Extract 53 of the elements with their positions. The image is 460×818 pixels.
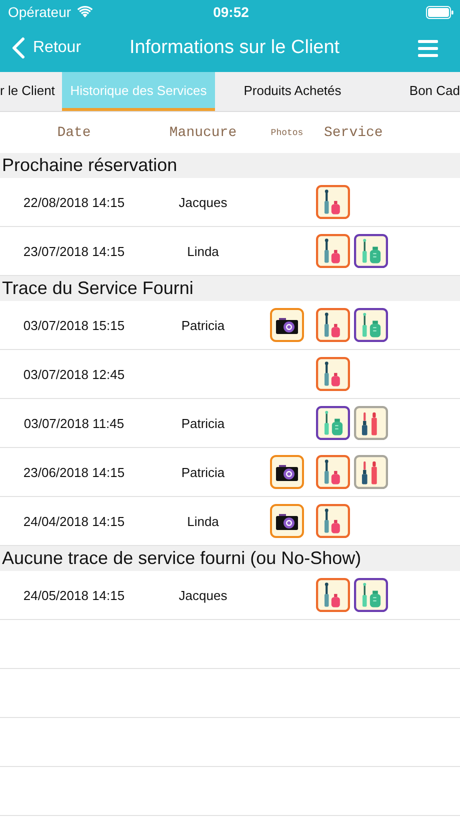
table-row[interactable]: 03/07/2018 12:45 <box>0 350 460 399</box>
nail-polish-icon <box>354 578 388 612</box>
column-header: Date <box>57 124 91 140</box>
manicurist-name: Jacques <box>178 588 228 602</box>
section-title: Prochaine réservation <box>2 155 178 176</box>
date-text: 24/05/2018 14:15 <box>23 588 125 602</box>
nail-polish-icon <box>354 308 388 342</box>
date-text: 23/07/2018 14:15 <box>23 244 125 258</box>
date-text: 22/08/2018 14:15 <box>23 194 125 210</box>
nail-polish-icon <box>316 308 350 342</box>
date-text: 03/07/2018 12:45 <box>23 366 125 382</box>
column-header: Manucure <box>169 124 237 140</box>
nail-polish-icon <box>316 185 350 219</box>
screen-title: Informations sur le Client <box>128 37 341 59</box>
nail-polish-icon <box>316 357 350 391</box>
nail-polish-icon <box>316 406 350 440</box>
date-text: 03/07/2018 11:45 <box>24 416 124 430</box>
manicurist-name: Jacques <box>178 194 228 210</box>
clock-time: 09:52 <box>213 4 249 20</box>
section-title: Trace du Service Fourni <box>2 278 194 299</box>
table-row[interactable]: 03/07/2018 15:15 Patricia <box>0 301 460 350</box>
manicurist-name: Patricia <box>181 464 225 480</box>
date-text: 24/04/2018 14:15 <box>23 514 125 528</box>
manicurist-name: Linda <box>187 514 219 528</box>
table-row[interactable]: 23/06/2018 14:15 Patricia <box>0 448 460 497</box>
camera-icon[interactable] <box>270 455 304 489</box>
column-header: Service <box>324 124 383 140</box>
date-text: 03/07/2018 15:15 <box>23 318 125 332</box>
manicurist-name: Patricia <box>181 318 225 332</box>
section-title: Aucune trace de service fourni (ou No-Show) <box>2 548 362 569</box>
nail-polish-icon <box>316 455 350 489</box>
chevron-icon <box>12 37 25 59</box>
camera-icon[interactable] <box>270 308 304 342</box>
battery-icon <box>426 6 454 18</box>
tab[interactable]: Bon Cad <box>370 72 460 111</box>
camera-icon[interactable] <box>270 504 304 538</box>
nail-polish-icon <box>316 504 350 538</box>
carrier-name: Opérateur <box>8 4 72 20</box>
lipstick-icon <box>354 406 388 440</box>
nail-polish-icon <box>316 234 350 268</box>
tab[interactable]: r le Client <box>0 72 62 111</box>
wifi-icon <box>77 6 94 18</box>
manicurist-name: Linda <box>187 244 219 258</box>
manicurist-name: Patricia <box>181 416 225 430</box>
nail-polish-icon <box>354 234 388 268</box>
table-row[interactable]: 24/05/2018 14:15 Jacques <box>0 571 460 620</box>
nail-polish-icon <box>316 578 350 612</box>
table-row[interactable]: 22/08/2018 14:15 Jacques <box>0 178 460 227</box>
table-row[interactable]: 03/07/2018 11:45 Patricia <box>0 399 460 448</box>
lipstick-icon <box>354 455 388 489</box>
tab[interactable]: Produits Achetés <box>215 72 370 111</box>
date-text: 23/06/2018 14:15 <box>23 464 125 480</box>
column-header: Photos <box>270 128 304 138</box>
